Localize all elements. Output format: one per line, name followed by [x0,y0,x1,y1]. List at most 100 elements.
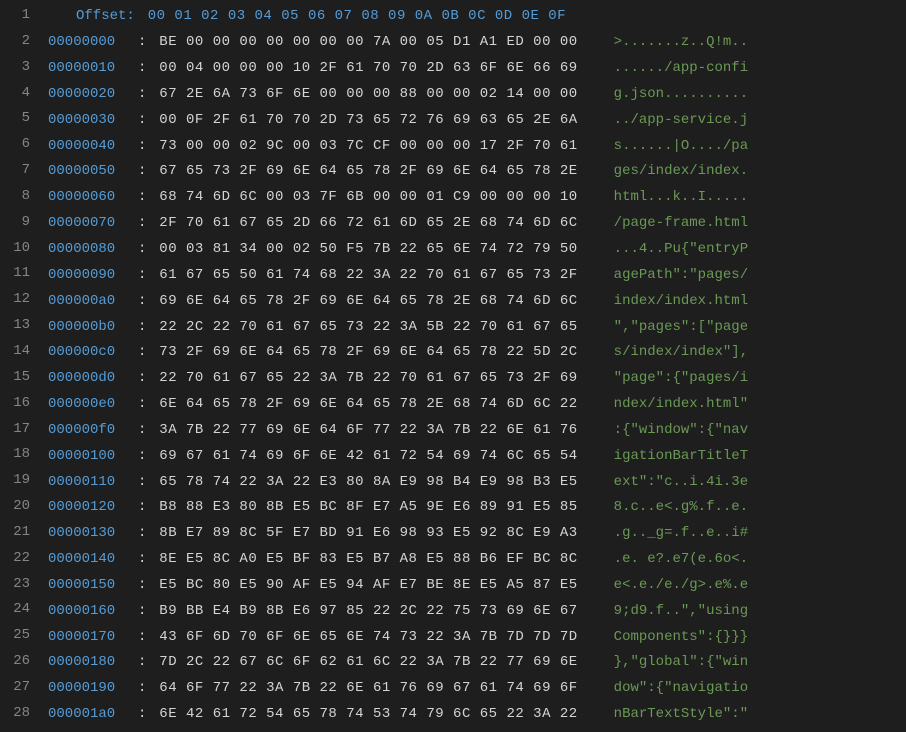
line-number: 21 [8,521,30,547]
hex-row[interactable]: 000000a0: 69 6E 64 65 78 2F 69 6E 64 65 … [48,288,906,314]
hex-bytes[interactable]: 69 6E 64 65 78 2F 69 6E 64 65 78 2E 68 7… [146,290,577,313]
offset-address: 000000f0 [48,419,138,442]
colon: : [138,600,146,623]
line-gutter: 1234567891011121314151617181920212223242… [0,0,48,732]
ascii-column: g.json.......... [578,83,748,106]
colon: : [138,471,146,494]
ascii-column: ext":"c..i.4i.3e [578,471,748,494]
offset-address: 000000d0 [48,367,138,390]
offset-address: 00000180 [48,651,138,674]
hex-bytes[interactable]: B9 BB E4 B9 8B E6 97 85 22 2C 22 75 73 6… [146,600,577,623]
colon: : [138,135,146,158]
hex-bytes[interactable]: E5 BC 80 E5 90 AF E5 94 AF E7 BE 8E E5 A… [146,574,577,597]
hex-bytes[interactable]: 2F 70 61 67 65 2D 66 72 61 6D 65 2E 68 7… [146,212,577,235]
ascii-column: ...4..Pu{"entryP [578,238,748,261]
colon: : [138,548,146,571]
colon: : [138,316,146,339]
hex-bytes[interactable]: 67 65 73 2F 69 6E 64 65 78 2F 69 6E 64 6… [146,160,577,183]
line-number: 2 [8,30,30,56]
line-number: 8 [8,185,30,211]
line-number: 4 [8,82,30,108]
hex-bytes[interactable]: 43 6F 6D 70 6F 6E 65 6E 74 73 22 3A 7B 7… [146,626,577,649]
hex-bytes[interactable]: 22 2C 22 70 61 67 65 73 22 3A 5B 22 70 6… [146,316,577,339]
hex-row[interactable]: 00000010: 00 04 00 00 00 10 2F 61 70 70 … [48,56,906,82]
hex-bytes[interactable]: 00 03 81 34 00 02 50 F5 7B 22 65 6E 74 7… [146,238,577,261]
hex-row[interactable]: 00000190: 64 6F 77 22 3A 7B 22 6E 61 76 … [48,676,906,702]
hex-row[interactable]: 00000140: 8E E5 8C A0 E5 BF 83 E5 B7 A8 … [48,547,906,573]
hex-row[interactable]: 000000f0: 3A 7B 22 77 69 6E 64 6F 77 22 … [48,418,906,444]
line-number: 14 [8,340,30,366]
hex-row[interactable]: 00000060: 68 74 6D 6C 00 03 7F 6B 00 00 … [48,185,906,211]
hex-row[interactable]: 00000020: 67 2E 6A 73 6F 6E 00 00 00 88 … [48,82,906,108]
hex-bytes[interactable]: B8 88 E3 80 8B E5 BC 8F E7 A5 9E E6 89 9… [146,496,577,519]
hex-row[interactable]: 00000080: 00 03 81 34 00 02 50 F5 7B 22 … [48,237,906,263]
hex-bytes[interactable]: 64 6F 77 22 3A 7B 22 6E 61 76 69 67 61 7… [146,677,577,700]
offset-address: 000000b0 [48,316,138,339]
hex-bytes[interactable]: 00 0F 2F 61 70 70 2D 73 65 72 76 69 63 6… [146,109,577,132]
hex-bytes[interactable]: 69 67 61 74 69 6F 6E 42 61 72 54 69 74 6… [146,445,577,468]
hex-row[interactable]: 00000150: E5 BC 80 E5 90 AF E5 94 AF E7 … [48,573,906,599]
offset-address: 00000110 [48,471,138,494]
hex-row[interactable]: 00000130: 8B E7 89 8C 5F E7 BD 91 E6 98 … [48,521,906,547]
hex-bytes[interactable]: 73 2F 69 6E 64 65 78 2F 69 6E 64 65 78 2… [146,341,577,364]
offset-address: 00000140 [48,548,138,571]
hex-row[interactable]: 000001a0: 6E 42 61 72 54 65 78 74 53 74 … [48,702,906,728]
ascii-column: >.......z..Q!m.. [578,31,748,54]
hex-row[interactable]: 000000c0: 73 2F 69 6E 64 65 78 2F 69 6E … [48,340,906,366]
hex-bytes[interactable]: BE 00 00 00 00 00 00 00 7A 00 05 D1 A1 E… [146,31,577,54]
hex-editor: 1234567891011121314151617181920212223242… [0,0,906,732]
ascii-column: /page-frame.html [578,212,748,235]
hex-bytes[interactable]: 65 78 74 22 3A 22 E3 80 8A E9 98 B4 E9 9… [146,471,577,494]
hex-bytes[interactable]: 00 04 00 00 00 10 2F 61 70 70 2D 63 6F 6… [146,57,577,80]
hex-bytes[interactable]: 67 2E 6A 73 6F 6E 00 00 00 88 00 00 02 1… [146,83,577,106]
hex-row[interactable]: 00000170: 43 6F 6D 70 6F 6E 65 6E 74 73 … [48,624,906,650]
hex-row[interactable]: 000000d0: 22 70 61 67 65 22 3A 7B 22 70 … [48,366,906,392]
hex-row[interactable]: 000000b0: 22 2C 22 70 61 67 65 73 22 3A … [48,314,906,340]
hex-row[interactable]: 00000110: 65 78 74 22 3A 22 E3 80 8A E9 … [48,469,906,495]
hex-bytes[interactable]: 61 67 65 50 61 74 68 22 3A 22 70 61 67 6… [146,264,577,287]
hex-row[interactable]: 00000030: 00 0F 2F 61 70 70 2D 73 65 72 … [48,107,906,133]
hex-bytes[interactable]: 6E 42 61 72 54 65 78 74 53 74 79 6C 65 2… [146,703,577,726]
line-number: 3 [8,56,30,82]
offset-address: 00000040 [48,135,138,158]
hex-row[interactable]: 00000050: 67 65 73 2F 69 6E 64 65 78 2F … [48,159,906,185]
hex-bytes[interactable]: 22 70 61 67 65 22 3A 7B 22 70 61 67 65 7… [146,367,577,390]
line-number: 13 [8,314,30,340]
hex-row[interactable]: 00000070: 2F 70 61 67 65 2D 66 72 61 6D … [48,211,906,237]
offset-address: 00000070 [48,212,138,235]
hex-content[interactable]: Offset: 00 01 02 03 04 05 06 07 08 09 0A… [48,0,906,732]
hex-row[interactable]: 00000180: 7D 2C 22 67 6C 6F 62 61 6C 22 … [48,650,906,676]
hex-bytes[interactable]: 3A 7B 22 77 69 6E 64 6F 77 22 3A 7B 22 6… [146,419,577,442]
ascii-column: index/index.html [578,290,748,313]
hex-row[interactable]: 00000100: 69 67 61 74 69 6F 6E 42 61 72 … [48,443,906,469]
hex-row[interactable]: 00000000: BE 00 00 00 00 00 00 00 7A 00 … [48,30,906,56]
hex-row[interactable]: 00000090: 61 67 65 50 61 74 68 22 3A 22 … [48,262,906,288]
hex-bytes[interactable]: 73 00 00 02 9C 00 03 7C CF 00 00 00 17 2… [146,135,577,158]
offset-address: 000001a0 [48,703,138,726]
hex-bytes[interactable]: 8E E5 8C A0 E5 BF 83 E5 B7 A8 E5 88 B6 E… [146,548,577,571]
colon: : [138,703,146,726]
hex-bytes[interactable]: 7D 2C 22 67 6C 6F 62 61 6C 22 3A 7B 22 7… [146,651,577,674]
colon: : [138,264,146,287]
hex-row[interactable]: 00000160: B9 BB E4 B9 8B E6 97 85 22 2C … [48,598,906,624]
header-row: Offset: 00 01 02 03 04 05 06 07 08 09 0A… [48,4,906,30]
colon: : [138,290,146,313]
hex-row[interactable]: 00000040: 73 00 00 02 9C 00 03 7C CF 00 … [48,133,906,159]
ascii-column: ","pages":["page [578,316,748,339]
line-number: 28 [8,702,30,728]
ascii-column: ndex/index.html" [578,393,748,416]
line-number: 27 [8,676,30,702]
line-number: 24 [8,598,30,624]
hex-bytes[interactable]: 6E 64 65 78 2F 69 6E 64 65 78 2E 68 74 6… [146,393,577,416]
hex-bytes[interactable]: 8B E7 89 8C 5F E7 BD 91 E6 98 93 E5 92 8… [146,522,577,545]
offset-address: 00000130 [48,522,138,545]
hex-row[interactable]: 000000e0: 6E 64 65 78 2F 69 6E 64 65 78 … [48,392,906,418]
line-number: 22 [8,547,30,573]
offset-address: 00000030 [48,109,138,132]
offset-address: 00000120 [48,496,138,519]
offset-address: 00000050 [48,160,138,183]
hex-bytes[interactable]: 68 74 6D 6C 00 03 7F 6B 00 00 01 C9 00 0… [146,186,577,209]
hex-row[interactable]: 00000120: B8 88 E3 80 8B E5 BC 8F E7 A5 … [48,495,906,521]
offset-address: 00000010 [48,57,138,80]
offset-address: 00000100 [48,445,138,468]
